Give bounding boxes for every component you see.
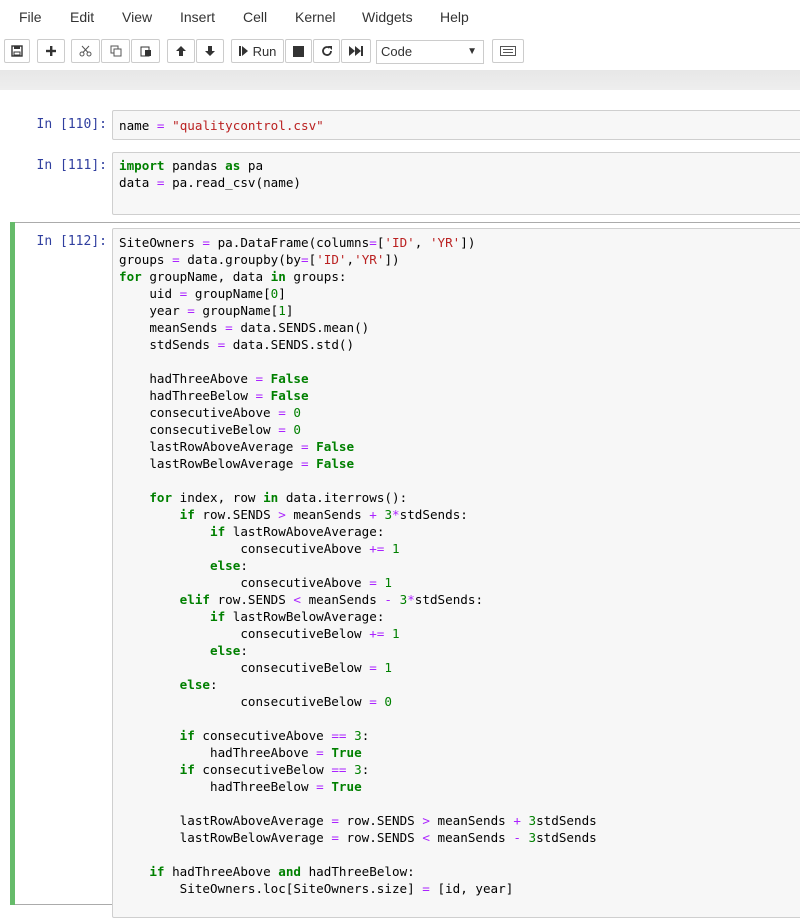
paste-icon [140, 45, 152, 57]
run-icon [238, 45, 249, 57]
move-down-button[interactable] [196, 39, 224, 63]
save-button[interactable] [4, 39, 30, 63]
menu-insert[interactable]: Insert [180, 9, 215, 25]
menu-file[interactable]: File [19, 9, 42, 25]
code-cell-input[interactable]: import pandas as pa data = pa.read_csv(n… [112, 152, 800, 215]
code-text: import pandas as pa data = pa.read_csv(n… [119, 158, 301, 190]
cell-type-select[interactable]: Code ▼ [376, 40, 484, 64]
cut-button[interactable] [71, 39, 100, 63]
save-icon [11, 45, 23, 57]
menu-help[interactable]: Help [440, 9, 469, 25]
run-label: Run [252, 43, 277, 59]
code-text: name = "qualitycontrol.csv" [119, 118, 324, 133]
cell-prompt: In [110]: [36, 117, 107, 132]
cut-icon [79, 45, 92, 57]
copy-button[interactable] [101, 39, 130, 63]
dropdown-arrow-icon: ▼ [467, 46, 477, 57]
stop-button[interactable] [285, 39, 312, 63]
fast-forward-icon [349, 45, 363, 57]
add-cell-icon [45, 45, 57, 57]
move-up-button[interactable] [167, 39, 195, 63]
menu-kernel[interactable]: Kernel [295, 9, 335, 25]
paste-button[interactable] [131, 39, 160, 63]
cell-prompt: In [111]: [36, 158, 107, 173]
command-palette-button[interactable] [492, 39, 524, 63]
menu-bar: File Edit View Insert Cell Kernel Widget… [0, 0, 800, 36]
code-cell-input[interactable]: name = "qualitycontrol.csv" [112, 110, 800, 140]
edit-mode-indicator [10, 222, 15, 905]
menu-view[interactable]: View [122, 9, 152, 25]
notebook: In [110]: name = "qualitycontrol.csv" In… [0, 90, 800, 918]
header-divider [0, 70, 800, 91]
restart-icon [321, 45, 333, 57]
code-text: SiteOwners = pa.DataFrame(columns=['ID',… [119, 235, 597, 896]
menu-widgets[interactable]: Widgets [362, 9, 413, 25]
move-up-icon [175, 45, 187, 57]
add-cell-button[interactable] [37, 39, 65, 63]
menu-edit[interactable]: Edit [70, 9, 94, 25]
copy-icon [110, 45, 122, 57]
code-cell-input[interactable]: SiteOwners = pa.DataFrame(columns=['ID',… [112, 228, 800, 918]
cell-type-value: Code [381, 44, 413, 59]
run-button[interactable]: Run [231, 39, 284, 63]
move-down-icon [204, 45, 216, 57]
cell-prompt: In [112]: [36, 234, 107, 249]
stop-icon [293, 45, 304, 57]
fast-forward-button[interactable] [341, 39, 371, 63]
menu-cell[interactable]: Cell [243, 9, 267, 25]
restart-button[interactable] [313, 39, 340, 63]
keyboard-icon [500, 46, 516, 56]
